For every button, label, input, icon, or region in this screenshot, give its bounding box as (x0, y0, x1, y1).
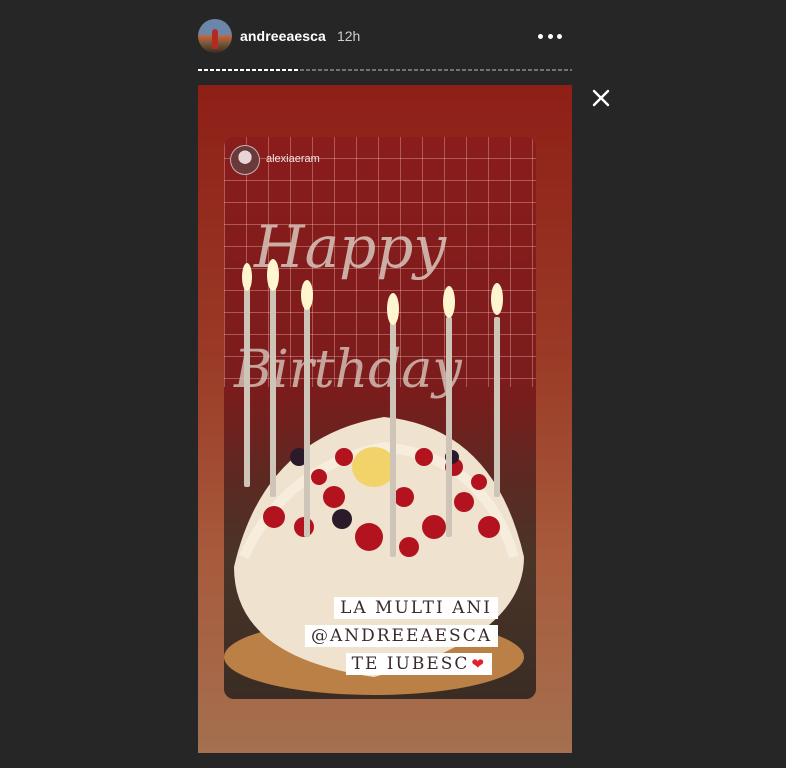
avatar[interactable] (198, 19, 232, 53)
username[interactable]: andreeaesca (240, 28, 326, 44)
more-options-button[interactable] (538, 26, 562, 46)
mentioned-user-avatar[interactable] (230, 145, 260, 175)
svg-text:Birthday: Birthday (233, 340, 462, 400)
close-button[interactable] (589, 86, 613, 110)
story-caption: LA MULTI ANI @ANDREEAESCA TE IUBESC ❤ (304, 597, 498, 675)
svg-text:Happy: Happy (253, 213, 447, 281)
caption-line-2: @ANDREEAESCA (304, 625, 498, 647)
more-horizontal-icon-dot (547, 33, 553, 39)
more-horizontal-icon (538, 33, 543, 39)
story-progress-bar (198, 69, 572, 71)
caption-line-3-text: TE IUBESC (351, 654, 470, 674)
story-progress-fill (198, 69, 299, 71)
timestamp: 12h (336, 28, 361, 44)
story-frame[interactable]: Happy Birthday alexiaeram LA MULTI ANI @… (198, 85, 572, 753)
story-viewer: andreeaesca 12h Happy Birthday alexiaera… (0, 0, 786, 768)
caption-line-3: TE IUBESC ❤ (345, 653, 492, 675)
mentioned-username[interactable]: alexiaeram (266, 153, 320, 165)
caption-line-1: LA MULTI ANI (334, 597, 498, 619)
shared-story-photo[interactable]: Happy Birthday alexiaeram LA MULTI ANI @… (224, 137, 536, 699)
red-heart-icon: ❤ (471, 655, 486, 673)
close-icon (592, 89, 610, 107)
story-header: andreeaesca 12h (198, 18, 572, 54)
more-horizontal-icon-dot (557, 33, 562, 39)
avatar-figure (212, 29, 218, 49)
